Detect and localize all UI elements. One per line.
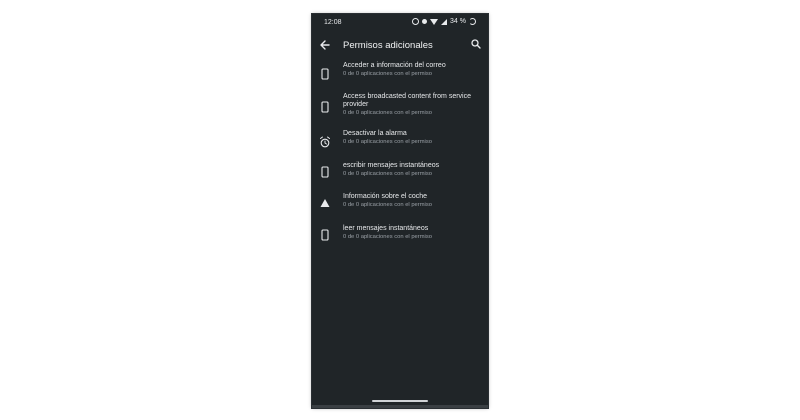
back-arrow-icon[interactable] <box>319 38 331 52</box>
phone-screen: 12:08 34 % Permisos adicionales Acceder … <box>312 14 488 408</box>
list-item-title: Información sobre el coche <box>343 193 428 200</box>
status-time: 12:08 <box>324 19 342 26</box>
list-item-title: escribir mensajes instantáneos <box>343 162 440 169</box>
alarm-icon <box>319 135 331 149</box>
list-item-title: Acceder a información del correo <box>343 62 446 69</box>
list-item-title: Access broadcasted content from service … <box>343 93 472 108</box>
gesture-nav-bar[interactable] <box>372 400 428 402</box>
list-item[interactable]: Acceder a información del correo 0 de 0 … <box>312 60 488 92</box>
phone-icon <box>319 228 331 242</box>
sync-status-icon <box>422 19 428 24</box>
list-item-subtitle: 0 de 0 aplicaciones con el permiso <box>343 202 432 208</box>
list-item[interactable]: Información sobre el coche 0 de 0 aplica… <box>312 192 488 224</box>
bottom-edge <box>312 405 488 408</box>
list-item[interactable]: leer mensajes instantáneos 0 de 0 aplica… <box>312 224 488 256</box>
list-item[interactable]: Desactivar la alarma 0 de 0 aplicaciones… <box>312 130 488 161</box>
status-icons: 34 % <box>412 18 476 25</box>
car-warning-icon <box>319 196 331 210</box>
list-item-title: Desactivar la alarma <box>343 130 407 137</box>
search-icon[interactable] <box>470 37 482 51</box>
signal-icon <box>441 18 448 25</box>
list-item-subtitle: 0 de 0 aplicaciones con el permiso <box>343 171 432 177</box>
phone-icon <box>319 100 331 114</box>
battery-icon <box>469 18 476 25</box>
list-item-subtitle: 0 de 0 aplicaciones con el permiso <box>343 71 432 77</box>
status-bar: 12:08 34 % <box>312 14 488 32</box>
toolbar: Permisos adicionales <box>312 32 488 60</box>
phone-icon <box>319 165 331 179</box>
list-item-subtitle: 0 de 0 aplicaciones con el permiso <box>343 139 432 145</box>
list-item-subtitle: 0 de 0 aplicaciones con el permiso <box>343 234 432 240</box>
list-item-title: leer mensajes instantáneos <box>343 225 429 232</box>
page-title: Permisos adicionales <box>343 40 433 51</box>
permission-list: Acceder a información del correo 0 de 0 … <box>312 60 488 256</box>
list-item-subtitle: 0 de 0 aplicaciones con el permiso <box>343 110 432 116</box>
list-item[interactable]: escribir mensajes instantáneos 0 de 0 ap… <box>312 161 488 192</box>
phone-icon <box>319 67 331 81</box>
alarm-status-icon <box>412 18 420 25</box>
list-item[interactable]: Access broadcasted content from service … <box>312 92 488 130</box>
wifi-icon <box>430 18 439 25</box>
battery-level: 34 % <box>450 18 466 25</box>
